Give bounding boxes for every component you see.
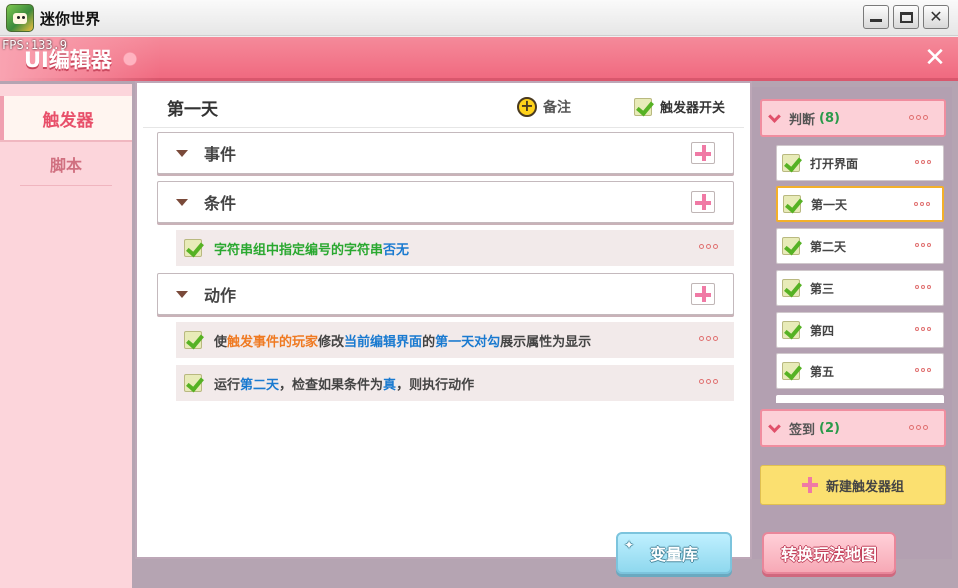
section-events[interactable]: 事件 (157, 132, 734, 174)
ui-editor: UI编辑器 FPS:133.9 ✕ 触发器 脚本 第一天 + 备注 触发器开关 … (0, 37, 958, 588)
list-scroll-edge (776, 395, 944, 403)
more-options-icon[interactable] (699, 244, 718, 249)
more-options-icon[interactable] (915, 285, 931, 289)
trigger-label: 第五 (810, 364, 835, 379)
add-note-icon: + (517, 97, 537, 117)
more-options-icon[interactable] (909, 115, 928, 120)
trigger-label: 第一天 (811, 197, 848, 212)
group-label: 判断 (789, 112, 816, 128)
sidebar: 触发器 脚本 (0, 84, 132, 588)
trigger-item[interactable]: 第三 (776, 270, 944, 306)
group-label: 签到 (789, 422, 816, 438)
add-event-button[interactable] (691, 142, 715, 164)
more-options-icon[interactable] (915, 327, 931, 331)
trigger-label: 第二天 (810, 239, 847, 254)
trigger-item[interactable]: 打开界面 (776, 145, 944, 181)
more-options-icon[interactable] (699, 379, 718, 384)
plus-icon (801, 477, 818, 493)
trigger-item[interactable]: 第二天 (776, 228, 944, 264)
action-checkbox[interactable] (184, 374, 202, 392)
fps-counter: FPS:133.9 (2, 38, 68, 52)
trigger-switch-label: 触发器开关 (660, 101, 726, 116)
trigger-checkbox[interactable] (782, 362, 800, 380)
section-label: 动作 (204, 286, 237, 305)
trigger-checkbox[interactable] (782, 321, 800, 339)
condition-text[interactable]: 字符串组中指定编号的字符串否无 (214, 239, 409, 258)
minimize-icon (870, 18, 882, 22)
variable-library-label: 变量库 (649, 545, 698, 564)
collapse-caret-icon[interactable] (176, 149, 188, 157)
more-options-icon[interactable] (914, 202, 930, 206)
group-count: (8) (819, 110, 840, 126)
trigger-switch-checkbox[interactable] (634, 97, 652, 116)
section-label: 条件 (204, 194, 237, 213)
trigger-label: 第三 (810, 281, 835, 296)
more-options-icon[interactable] (915, 160, 931, 164)
trigger-label: 打开界面 (810, 156, 859, 171)
trigger-title: 第一天 (167, 100, 218, 120)
trigger-item-selected[interactable]: 第一天 (776, 186, 944, 222)
trigger-checkbox[interactable] (783, 195, 801, 213)
add-condition-button[interactable] (691, 191, 715, 213)
more-options-icon[interactable] (915, 243, 931, 247)
divider (143, 127, 744, 128)
trigger-item[interactable]: 第五 (776, 353, 944, 389)
section-conditions[interactable]: 条件 (157, 181, 734, 223)
group-count: (2) (819, 420, 840, 436)
editor-close-button[interactable]: ✕ (921, 44, 949, 72)
more-options-icon[interactable] (699, 336, 718, 341)
new-trigger-group-label: 新建触发器组 (825, 479, 904, 495)
more-options-icon[interactable] (915, 368, 931, 372)
trigger-list-panel: 判断 (8) 打开界面 第一天 第二天 第三 第四 第五 签到 (2) 新建触发… (752, 87, 952, 559)
chevron-down-icon[interactable] (768, 109, 781, 123)
maximize-icon (899, 11, 913, 23)
trigger-checkbox[interactable] (782, 154, 800, 172)
variable-library-button[interactable]: ✦ 变量库 (616, 532, 732, 574)
action-entry[interactable]: 运行第二天，检查如果条件为真，则执行动作 (176, 365, 734, 401)
action-entry[interactable]: 使触发事件的玩家修改当前编辑界面的第一天对勾展示属性为显示 (176, 322, 734, 358)
add-action-button[interactable] (691, 283, 715, 305)
action-checkbox[interactable] (184, 331, 202, 349)
close-icon: ✕ (929, 7, 943, 26)
trigger-group-checkin[interactable]: 签到 (2) (760, 409, 946, 447)
note-button[interactable]: + 备注 (517, 97, 571, 117)
trigger-switch[interactable]: 触发器开关 (634, 97, 725, 116)
editor-header: UI编辑器 FPS:133.9 ✕ (0, 37, 958, 81)
trigger-group-judge[interactable]: 判断 (8) (760, 99, 946, 137)
maximize-button[interactable] (893, 5, 919, 29)
note-label: 备注 (543, 100, 571, 116)
window-titlebar: 迷你世界 ✕ (0, 0, 958, 36)
convert-map-label: 转换玩法地图 (780, 545, 877, 564)
trigger-checkbox[interactable] (782, 279, 800, 297)
condition-checkbox[interactable] (184, 239, 202, 257)
convert-map-button[interactable]: 转换玩法地图 (762, 532, 896, 574)
trigger-item[interactable]: 第四 (776, 312, 944, 348)
chevron-down-icon[interactable] (768, 419, 781, 433)
trigger-checkbox[interactable] (782, 237, 800, 255)
star-icon: ✦ (624, 538, 635, 552)
action-text[interactable]: 运行第二天，检查如果条件为真，则执行动作 (214, 374, 474, 393)
minimize-button[interactable] (863, 5, 889, 29)
collapse-caret-icon[interactable] (176, 198, 188, 206)
new-trigger-group-button[interactable]: 新建触发器组 (760, 465, 946, 505)
collapse-caret-icon[interactable] (176, 290, 188, 298)
window-title: 迷你世界 (40, 10, 101, 28)
app-logo-icon (6, 4, 34, 32)
window-close-button[interactable]: ✕ (923, 5, 949, 29)
more-options-icon[interactable] (909, 425, 928, 430)
tab-scripts[interactable]: 脚本 (0, 142, 132, 186)
section-label: 事件 (204, 145, 237, 164)
condition-entry[interactable]: 字符串组中指定编号的字符串否无 (176, 230, 734, 266)
trigger-label: 第四 (810, 323, 835, 338)
trigger-editor-panel: 第一天 + 备注 触发器开关 事件 条件 字符串组中指定编号的字符串否无 动作 … (135, 81, 752, 559)
section-actions[interactable]: 动作 (157, 273, 734, 315)
tab-triggers[interactable]: 触发器 (0, 96, 132, 140)
action-text[interactable]: 使触发事件的玩家修改当前编辑界面的第一天对勾展示属性为显示 (214, 331, 591, 350)
